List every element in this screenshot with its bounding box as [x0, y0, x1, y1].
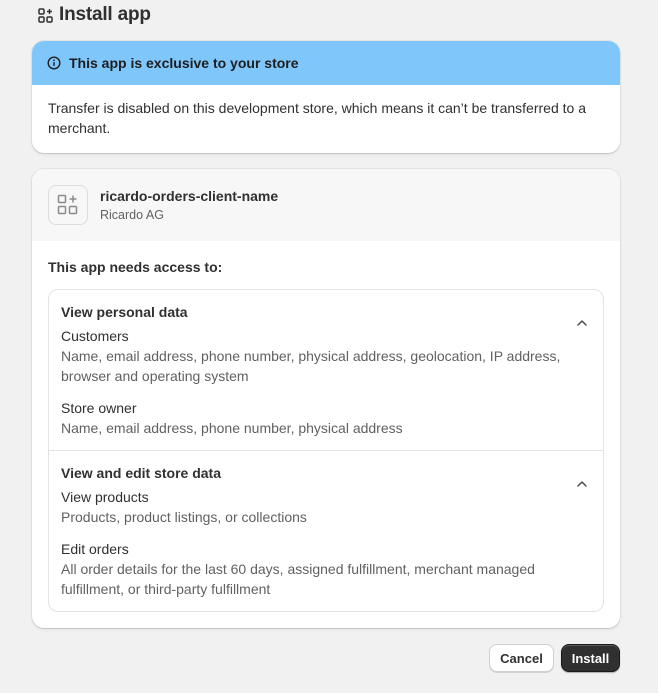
permission-item-customers: Customers Name, email address, phone num…: [61, 326, 573, 386]
install-button[interactable]: Install: [561, 644, 620, 672]
chevron-up-icon[interactable]: [575, 316, 589, 330]
app-developer: Ricardo AG: [100, 208, 164, 222]
chevron-up-icon[interactable]: [575, 477, 589, 491]
access-title: This app needs access to:: [48, 259, 223, 275]
app-permissions-card: ricardo-orders-client-name Ricardo AG Th…: [32, 169, 620, 628]
app-name: ricardo-orders-client-name: [100, 188, 279, 204]
banner-header: This app is exclusive to your store: [32, 41, 620, 85]
app-meta: ricardo-orders-client-name Ricardo AG: [100, 188, 278, 222]
permission-item-edit-orders: Edit orders All order details for the la…: [61, 539, 573, 599]
permissions-list: View personal data Customers Name, email…: [48, 289, 604, 612]
banner-title: This app is exclusive to your store: [69, 55, 299, 71]
permission-item-view-products: View products Products, product listings…: [61, 487, 573, 527]
permission-label: View products: [61, 489, 149, 505]
app-placeholder-icon: [48, 185, 88, 225]
section-title: View and edit store data: [61, 465, 222, 481]
banner-body: Transfer is disabled on this development…: [48, 100, 586, 136]
permission-desc: Name, email address, phone number, physi…: [61, 420, 403, 436]
apps-icon: [38, 7, 53, 23]
exclusive-banner-card: This app is exclusive to your store Tran…: [32, 41, 620, 153]
page-header: Install app: [38, 4, 151, 26]
app-summary: ricardo-orders-client-name Ricardo AG: [32, 169, 620, 241]
permission-label: Customers: [61, 328, 129, 344]
section-title: View personal data: [61, 304, 188, 320]
permission-desc: Products, product listings, or collectio…: [61, 509, 307, 525]
permission-desc: Name, email address, phone number, physi…: [61, 348, 561, 384]
permission-label: Edit orders: [61, 541, 129, 557]
permission-label: Store owner: [61, 400, 137, 416]
cancel-button[interactable]: Cancel: [489, 644, 554, 672]
install-app-page: Install app This app is exclusive to you…: [0, 0, 658, 693]
permission-section-store-data: View and edit store data View products P…: [49, 451, 603, 611]
page-title: Install app: [59, 4, 151, 25]
permission-desc: All order details for the last 60 days, …: [61, 561, 535, 597]
info-icon: [47, 56, 61, 70]
permission-section-personal-data: View personal data Customers Name, email…: [49, 290, 603, 451]
permission-item-store-owner: Store owner Name, email address, phone n…: [61, 398, 573, 438]
